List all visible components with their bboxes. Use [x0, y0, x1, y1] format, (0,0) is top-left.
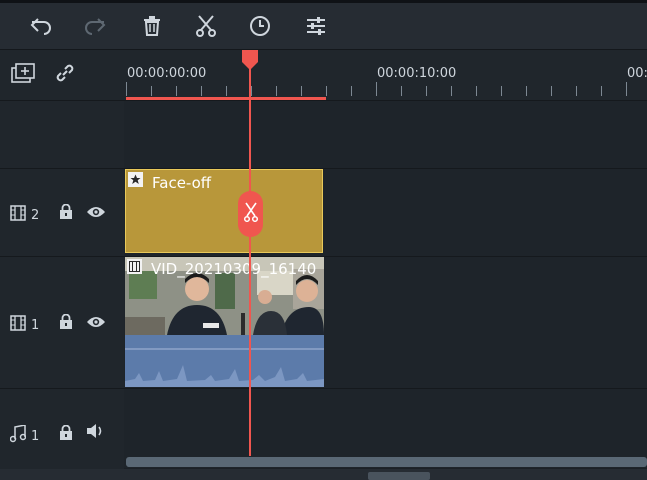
bottom-scroll-thumb[interactable]: [368, 472, 430, 480]
star-icon: [128, 172, 143, 187]
link-button[interactable]: [50, 62, 80, 88]
video-clip[interactable]: VID_20210309_16140: [125, 257, 324, 387]
toolbar: [0, 3, 647, 50]
track-header-empty: [0, 100, 124, 169]
duration-button[interactable]: [242, 3, 278, 49]
ruler-tick: [526, 86, 527, 96]
film-icon: [10, 205, 26, 225]
clip-name: Face-off: [152, 174, 212, 192]
redo-button[interactable]: [77, 3, 113, 49]
ruler-tick: [576, 86, 577, 96]
undo-icon: [30, 17, 52, 35]
ruler-label: 00:00:10:00: [377, 66, 457, 81]
track-lane-audio-1[interactable]: [124, 388, 647, 457]
ruler-tick: [426, 86, 427, 96]
film-icon: [127, 259, 142, 274]
time-ruler[interactable]: 00:00:00:00 00:00:10:00 00:: [124, 50, 647, 100]
speaker-icon: [86, 423, 106, 443]
visibility-toggle[interactable]: [86, 315, 106, 331]
split-button[interactable]: [188, 3, 224, 49]
ruler-tick: [626, 82, 627, 96]
sliders-icon: [306, 16, 326, 36]
track-label: 2: [10, 205, 39, 225]
lock-icon: [59, 203, 73, 223]
track-header-video-2: 2: [0, 168, 124, 257]
trash-icon: [143, 16, 161, 36]
eye-icon: [86, 204, 106, 223]
ruler-tick: [476, 86, 477, 96]
playhead-line[interactable]: [249, 56, 251, 458]
ruler-tick: [276, 86, 277, 96]
track-number: 1: [31, 428, 40, 444]
horizontal-scrollbar-thumb[interactable]: [126, 457, 647, 467]
ruler-tick: [176, 86, 177, 96]
track-header-video-1: 1: [0, 256, 124, 389]
eye-icon: [86, 314, 106, 333]
lock-icon: [59, 424, 73, 444]
clock-icon: [249, 15, 271, 37]
timeline-editor: 00:00:00:00 00:00:10:00 00: 2 1 1 Face-o…: [0, 0, 647, 480]
ruler-tick: [301, 86, 302, 96]
ruler-tick: [551, 86, 552, 96]
scissors-icon: [243, 202, 259, 226]
redo-icon: [84, 17, 106, 35]
music-note-icon: [9, 424, 27, 447]
track-number: 2: [31, 207, 40, 223]
track-header-audio-1: 1: [0, 388, 124, 470]
ruler-tick: [351, 86, 352, 96]
ruler-label: 00:00:00:00: [127, 66, 207, 81]
ruler-label: 00:: [627, 66, 647, 81]
ruler-tick: [151, 86, 152, 96]
film-icon: [10, 315, 26, 335]
ruler-tick: [601, 86, 602, 96]
scissors-icon: [196, 15, 216, 37]
ruler-tick: [451, 86, 452, 96]
title-clip[interactable]: Face-off: [125, 169, 323, 253]
playhead-handle[interactable]: [241, 50, 259, 74]
ruler-tick: [201, 86, 202, 96]
ruler-tick: [401, 86, 402, 96]
bottom-panel-strip: [0, 469, 647, 480]
mute-toggle[interactable]: [86, 423, 106, 443]
split-at-playhead-button[interactable]: [238, 191, 263, 237]
lock-button[interactable]: [58, 424, 74, 444]
adjust-button[interactable]: [298, 3, 334, 49]
clip-name: VID_20210309_16140: [151, 260, 317, 278]
ruler-tick: [226, 86, 227, 96]
timeline-header-controls: [0, 50, 124, 100]
lock-button[interactable]: [58, 203, 74, 223]
ruler-tick: [501, 86, 502, 96]
track-label: 1: [9, 424, 40, 447]
visibility-toggle[interactable]: [86, 205, 106, 221]
lock-icon: [59, 313, 73, 333]
delete-button[interactable]: [134, 3, 170, 49]
ruler-tick: [326, 86, 327, 96]
audio-waveform: [125, 335, 324, 387]
undo-button[interactable]: [23, 3, 59, 49]
lock-button[interactable]: [58, 313, 74, 333]
track-lane-empty[interactable]: [124, 100, 647, 169]
ruler-tick: [376, 82, 377, 96]
track-number: 1: [31, 317, 40, 333]
link-icon: [54, 62, 76, 88]
track-label: 1: [10, 315, 39, 335]
add-track-button[interactable]: [8, 62, 38, 88]
ruler-tick: [126, 82, 127, 96]
add-track-icon: [11, 63, 35, 87]
ruler-tick: [251, 86, 252, 96]
